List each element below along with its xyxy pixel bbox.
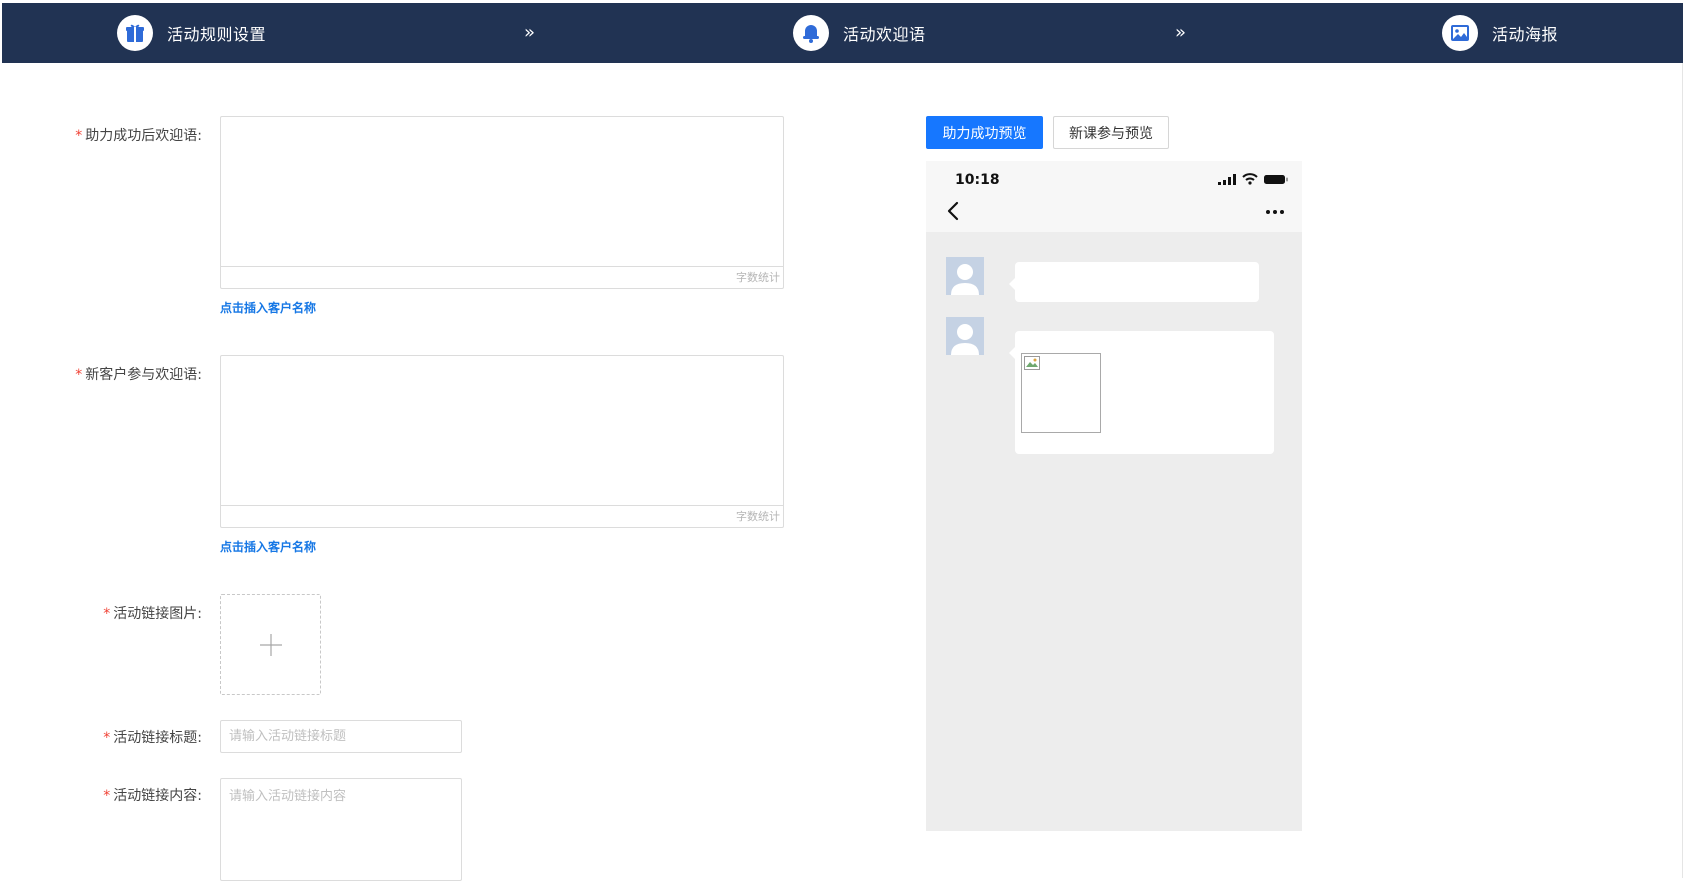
- new-customer-welcome-label: * 新客户参与欢迎语:: [75, 367, 202, 383]
- message-bubble: [1009, 262, 1259, 302]
- step-poster[interactable]: 活动海报: [1442, 14, 1558, 52]
- chevron-double-right-icon: »: [1175, 22, 1187, 43]
- success-welcome-label: * 助力成功后欢迎语:: [75, 128, 202, 144]
- word-counter: 字数统计: [221, 266, 783, 288]
- link-title-input[interactable]: [220, 720, 462, 753]
- link-content-textarea[interactable]: [220, 778, 462, 881]
- step-welcome[interactable]: 活动欢迎语: [793, 14, 926, 52]
- required-mark: *: [75, 367, 83, 383]
- back-arrow-icon[interactable]: [946, 201, 960, 221]
- wifi-icon: [1242, 173, 1258, 185]
- link-image-label: * 活动链接图片:: [103, 606, 202, 622]
- link-card-bubble: [1009, 331, 1274, 454]
- steps-bar: 活动规则设置 » 活动欢迎语 » 活动海报: [2, 3, 1683, 63]
- status-icons: [1218, 173, 1288, 185]
- signal-icon: [1218, 173, 1236, 185]
- link-content-label: * 活动链接内容:: [103, 788, 202, 804]
- tab-success-preview[interactable]: 助力成功预览: [926, 116, 1043, 149]
- image-upload-button[interactable]: [220, 594, 321, 695]
- step-rules[interactable]: 活动规则设置: [117, 14, 266, 52]
- image-icon: [1442, 15, 1478, 51]
- user-avatar-icon: [951, 264, 979, 295]
- phone-preview: 10:18: [926, 161, 1302, 831]
- insert-customer-name-link[interactable]: 点击插入客户名称: [220, 299, 316, 316]
- avatar: [946, 317, 984, 355]
- battery-icon: [1264, 174, 1288, 184]
- insert-customer-name-link[interactable]: 点击插入客户名称: [220, 538, 316, 555]
- word-counter: 字数统计: [221, 505, 783, 527]
- gift-icon: [117, 15, 153, 51]
- step-label: 活动欢迎语: [843, 25, 926, 44]
- broken-image-icon: [1021, 353, 1101, 433]
- required-mark: *: [103, 788, 111, 804]
- phone-nav-bar: 10:18: [926, 161, 1302, 232]
- required-mark: *: [103, 606, 111, 622]
- step-label: 活动规则设置: [167, 25, 267, 44]
- phone-time: 10:18: [955, 172, 1000, 188]
- new-customer-welcome-textarea[interactable]: 字数统计: [220, 355, 784, 528]
- user-avatar-icon: [951, 324, 979, 355]
- bell-icon: [793, 15, 829, 51]
- required-mark: *: [103, 730, 111, 746]
- more-options-icon[interactable]: [1266, 210, 1284, 214]
- link-title-label: * 活动链接标题:: [103, 730, 202, 746]
- success-welcome-textarea[interactable]: 字数统计: [220, 116, 784, 289]
- avatar: [946, 257, 984, 295]
- plus-icon: [259, 633, 282, 656]
- tab-new-course-preview[interactable]: 新课参与预览: [1053, 116, 1169, 149]
- chevron-double-right-icon: »: [524, 22, 536, 43]
- page-frame: 活动规则设置 » 活动欢迎语 » 活动海报 * 助力成功后欢迎语: 字数统计 点…: [2, 3, 1683, 881]
- required-mark: *: [75, 128, 83, 144]
- step-label: 活动海报: [1492, 25, 1559, 44]
